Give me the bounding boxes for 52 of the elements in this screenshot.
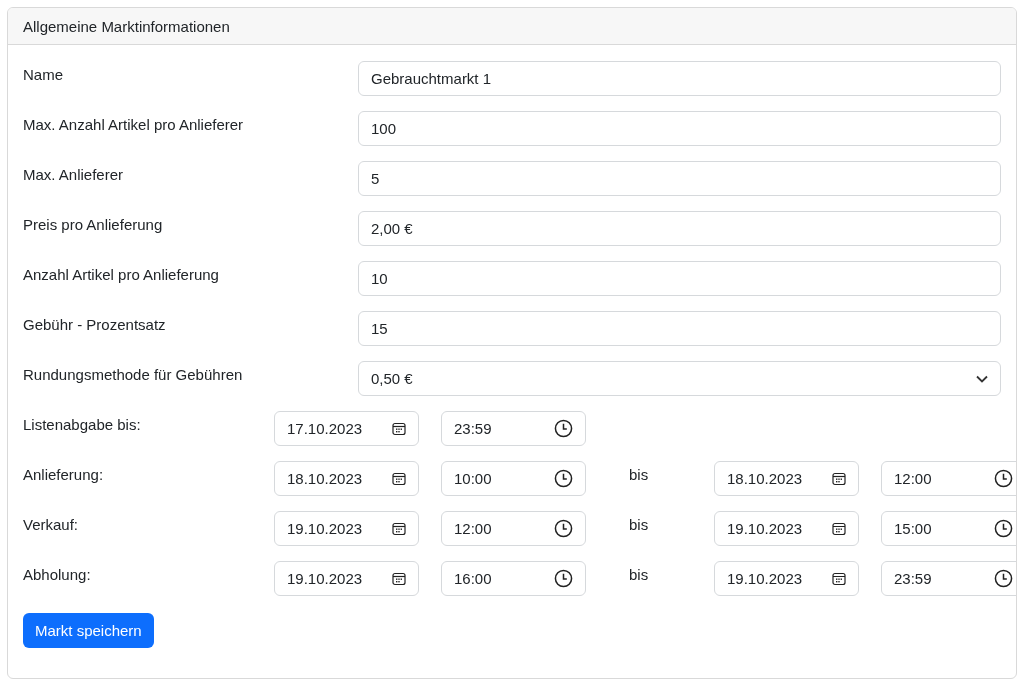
field-label: Preis pro Anlieferung (23, 215, 164, 235)
date-field[interactable]: 18.10.2023 (714, 461, 859, 496)
field-label: Anzahl Artikel pro Anlieferung (23, 265, 220, 285)
time-field[interactable]: 15:00 (881, 511, 1016, 546)
time-field[interactable]: 10:00 (441, 461, 586, 496)
field-label: Verkauf: (23, 515, 80, 535)
calendar-icon (392, 571, 406, 586)
field-label: Listenabgabe bis: (23, 415, 142, 435)
time-field[interactable]: 12:00 (881, 461, 1016, 496)
date-field[interactable]: 19.10.2023 (274, 511, 419, 546)
clock-icon (994, 519, 1013, 538)
field-label: Abholung: (23, 565, 92, 585)
clock-icon (554, 519, 573, 538)
date-field[interactable]: 19.10.2023 (274, 561, 419, 596)
field-label: Max. Anzahl Artikel pro Anlieferer (23, 115, 245, 135)
time-field[interactable]: 23:59 (881, 561, 1016, 596)
date-field[interactable]: 19.10.2023 (714, 561, 859, 596)
field-label: Anlieferung: (23, 465, 105, 485)
input-field[interactable]: 100 (358, 111, 1001, 146)
select-field[interactable]: 0,50 € (358, 361, 1001, 396)
clock-icon (994, 569, 1013, 588)
calendar-icon (832, 471, 846, 486)
input-field[interactable]: 15 (358, 311, 1001, 346)
date-field[interactable]: 19.10.2023 (714, 511, 859, 546)
calendar-icon (392, 471, 406, 486)
save-button[interactable]: Markt speichern (23, 613, 154, 648)
input-field[interactable]: 2,00 € (358, 211, 1001, 246)
field-label: Max. Anlieferer (23, 165, 125, 185)
date-field[interactable]: 17.10.2023 (274, 411, 419, 446)
range-separator: bis (628, 465, 650, 485)
range-separator: bis (628, 565, 650, 585)
clock-icon (554, 469, 573, 488)
time-field[interactable]: 23:59 (441, 411, 586, 446)
card-header: Allgemeine Marktinformationen (8, 8, 1016, 45)
chevron-down-icon (976, 374, 988, 383)
calendar-icon (392, 521, 406, 536)
calendar-icon (832, 521, 846, 536)
range-separator: bis (628, 515, 650, 535)
clock-icon (994, 469, 1013, 488)
clock-icon (554, 569, 573, 588)
calendar-icon (392, 421, 406, 436)
time-field[interactable]: 12:00 (441, 511, 586, 546)
calendar-icon (832, 571, 846, 586)
date-field[interactable]: 18.10.2023 (274, 461, 419, 496)
input-field[interactable]: Gebrauchtmarkt 1 (358, 61, 1001, 96)
clock-icon (554, 419, 573, 438)
input-field[interactable]: 10 (358, 261, 1001, 296)
time-field[interactable]: 16:00 (441, 561, 586, 596)
field-label: Gebühr - Prozentsatz (23, 315, 167, 335)
field-label: Rundungsmethode für Gebühren (23, 365, 244, 385)
input-field[interactable]: 5 (358, 161, 1001, 196)
field-label: Name (23, 65, 64, 85)
